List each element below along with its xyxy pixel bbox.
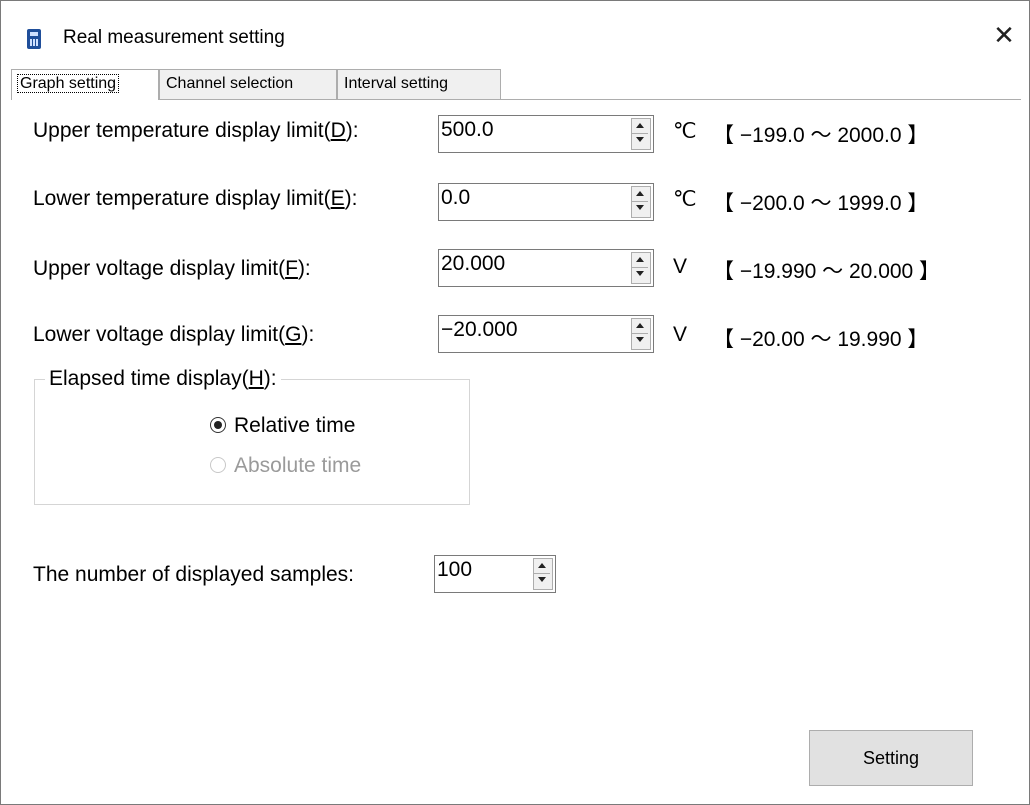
upper-voltage-label: Upper voltage display limit(F):: [33, 257, 311, 281]
spin-up-button[interactable]: [632, 319, 648, 334]
range-label: 【 −200.0 ～ 1999.0 】: [713, 192, 929, 215]
upper-voltage-input[interactable]: 20.000: [441, 252, 505, 276]
spin-down-button[interactable]: [632, 334, 648, 349]
samples-label: The number of displayed samples:: [33, 563, 354, 586]
spin-up-button[interactable]: [632, 119, 648, 134]
elapsed-time-group: [34, 379, 470, 505]
range-label: 【 −199.0 ～ 2000.0 】: [713, 124, 929, 147]
elapsed-time-legend: Elapsed time display(H):: [45, 367, 281, 391]
spin-buttons: [631, 118, 651, 150]
spin-buttons: [631, 186, 651, 218]
spin-up-button[interactable]: [534, 559, 550, 574]
tab-label: Graph setting: [16, 74, 120, 93]
upper-temp-input[interactable]: 500.0: [441, 118, 494, 142]
unit-label: ℃: [673, 120, 697, 143]
mnemonic: E: [330, 187, 345, 210]
calculator-icon: [27, 29, 41, 49]
tab-label: Interval setting: [344, 75, 449, 92]
mnemonic: H: [248, 367, 264, 390]
spin-down-button[interactable]: [632, 268, 648, 283]
unit-label: V: [673, 255, 688, 278]
setting-button[interactable]: Setting: [809, 730, 973, 786]
label-text: Upper voltage display limit(: [33, 257, 286, 280]
tab-label: Channel selection: [166, 75, 294, 92]
legend-text: ):: [263, 367, 277, 390]
radio-label: Relative time: [234, 414, 356, 437]
spin-down-button[interactable]: [632, 202, 648, 217]
upper-temp-spinner[interactable]: 500.0: [438, 115, 654, 153]
label-text: ):: [297, 257, 311, 280]
close-button[interactable]: ✕: [987, 21, 1021, 51]
spin-down-button[interactable]: [632, 134, 648, 149]
label-text: ):: [345, 119, 359, 142]
lower-voltage-input[interactable]: −20.000: [441, 318, 518, 342]
spin-up-button[interactable]: [632, 187, 648, 202]
radio-button[interactable]: [210, 417, 226, 433]
window-title: Real measurement setting: [63, 27, 285, 48]
mnemonic: G: [285, 323, 302, 346]
tab-channel-selection[interactable]: Channel selection: [159, 69, 337, 99]
upper-temp-label: Upper temperature display limit(D):: [33, 119, 359, 143]
label-text: ):: [301, 323, 315, 346]
range-label: 【 −20.00 ～ 19.990 】: [713, 328, 929, 351]
samples-input[interactable]: 100: [437, 558, 472, 582]
label-text: ):: [344, 187, 358, 210]
lower-voltage-label: Lower voltage display limit(G):: [33, 323, 314, 347]
lower-voltage-spinner[interactable]: −20.000: [438, 315, 654, 353]
unit-label: ℃: [673, 188, 697, 211]
title-bar: Real measurement setting ✕: [1, 1, 1029, 61]
label-text: Upper temperature display limit(: [33, 119, 331, 142]
label-text: Lower voltage display limit(: [33, 323, 286, 346]
tab-panel-border: [11, 99, 1021, 100]
range-label: 【 −19.990 ～ 20.000 】: [713, 260, 941, 283]
radio-label: Absolute time: [234, 454, 362, 477]
legend-text: Elapsed time display(: [49, 367, 249, 390]
spin-up-button[interactable]: [632, 253, 648, 268]
spin-buttons: [533, 558, 553, 590]
upper-voltage-spinner[interactable]: 20.000: [438, 249, 654, 287]
lower-temp-spinner[interactable]: 0.0: [438, 183, 654, 221]
settings-window: Real measurement setting ✕ Graph setting…: [0, 0, 1030, 805]
lower-temp-input[interactable]: 0.0: [441, 186, 470, 210]
unit-label: V: [673, 323, 688, 346]
spin-down-button[interactable]: [534, 574, 550, 589]
tab-interval-setting[interactable]: Interval setting: [337, 69, 501, 99]
mnemonic: D: [330, 119, 346, 142]
spin-buttons: [631, 318, 651, 350]
radio-button: [210, 457, 226, 473]
mnemonic: F: [285, 257, 298, 280]
tab-graph-setting[interactable]: Graph setting: [11, 69, 159, 100]
spin-buttons: [631, 252, 651, 284]
lower-temp-label: Lower temperature display limit(E):: [33, 187, 357, 211]
samples-spinner[interactable]: 100: [434, 555, 556, 593]
label-text: Lower temperature display limit(: [33, 187, 331, 210]
